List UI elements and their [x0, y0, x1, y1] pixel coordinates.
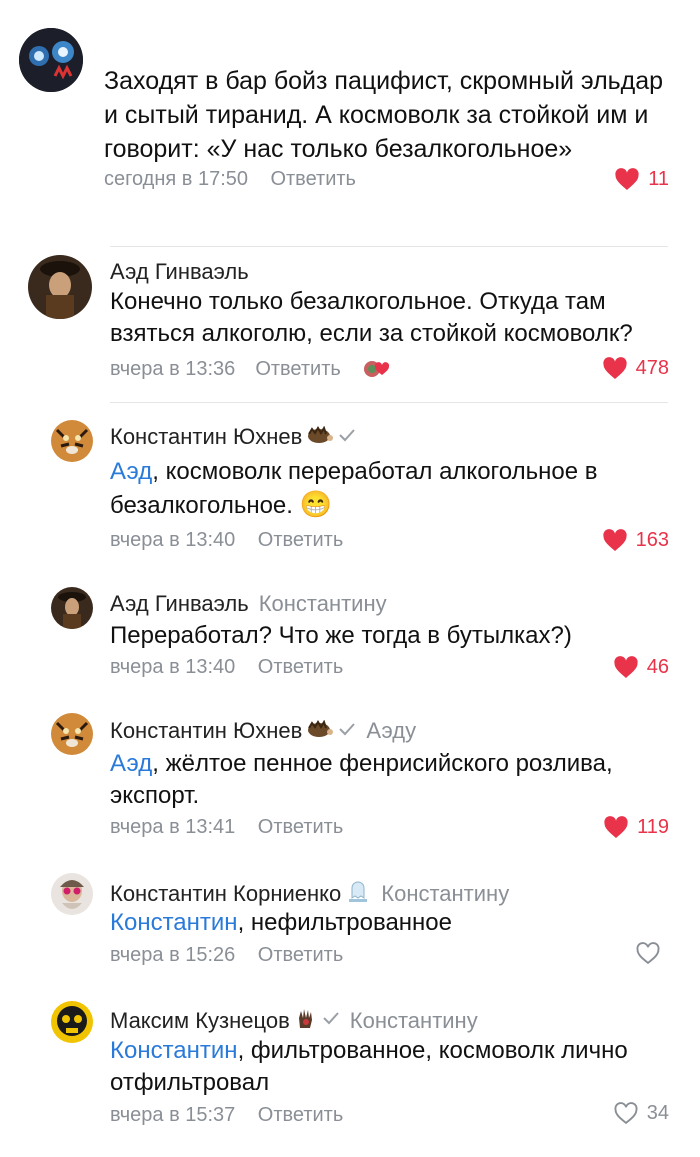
like-count: 163: [635, 529, 669, 551]
avatar[interactable]: [51, 873, 93, 915]
mention-link[interactable]: Аэд: [110, 750, 152, 777]
verified-check-icon: [322, 1011, 340, 1030]
reply-button[interactable]: Ответить: [270, 168, 356, 190]
comment-text: Конечно только безалкогольное. Откуда та…: [110, 288, 633, 347]
divider: [110, 402, 668, 403]
avatar[interactable]: [51, 713, 93, 755]
reply-button[interactable]: Ответить: [255, 358, 341, 381]
hand-badge-icon: [294, 1006, 318, 1035]
comment-text: Переработал? Что же тогда в бутылках?): [110, 622, 572, 649]
comment-time: вчера в 13:40: [110, 656, 236, 678]
hedgehog-badge-icon: [306, 425, 334, 449]
like-count: 478: [635, 357, 669, 379]
reply-button[interactable]: Ответить: [258, 529, 344, 551]
avatar-image: [51, 587, 93, 629]
reply-to[interactable]: Константину: [259, 591, 387, 616]
comment-text: Аэд, жёлтое пенное фенрисийского розлива…: [110, 748, 670, 812]
divider: [110, 246, 668, 247]
mention-link[interactable]: Аэд: [110, 458, 152, 485]
reply-button[interactable]: Ответить: [258, 816, 344, 838]
heart-filled-icon: [602, 529, 627, 551]
comment-text: Константин, нефильтрованное: [110, 907, 670, 939]
avatar-image: [51, 1001, 93, 1043]
avatar[interactable]: [28, 255, 92, 319]
reply-to[interactable]: Аэду: [366, 718, 416, 744]
comment-author[interactable]: Аэд Гинваэль: [110, 591, 249, 616]
like-button[interactable]: 46: [613, 656, 669, 679]
comment-text: Заходят в бар бойз пацифист, скромный эл…: [104, 67, 664, 163]
like-count: 119: [637, 816, 669, 838]
comment-time: вчера в 15:37: [110, 1104, 236, 1126]
comment-author[interactable]: Максим Кузнецов: [110, 1008, 290, 1034]
comment-time: вчера в 13:41: [110, 816, 236, 838]
verified-check-icon: [338, 428, 356, 447]
comment-body: , жёлтое пенное фенрисийского розлива, э…: [110, 750, 613, 809]
comment-time: вчера в 13:40: [110, 529, 236, 551]
like-button[interactable]: 163: [602, 529, 669, 552]
comment-body: , космоволк переработал алкогольное в бе…: [110, 458, 598, 519]
reply-button[interactable]: Ответить: [258, 1104, 344, 1126]
avatar-image: [51, 420, 93, 462]
like-count: 34: [646, 1102, 669, 1124]
comment-text: Аэд, космоволк переработал алкогольное в…: [110, 456, 650, 522]
reply-to[interactable]: Константину: [350, 1008, 478, 1034]
heart-outline-icon: [614, 1102, 638, 1125]
comment-time: вчера в 13:36: [110, 357, 236, 380]
avatar-image: [51, 873, 93, 915]
reply-to[interactable]: Константину: [381, 881, 509, 907]
avatar-image: [19, 28, 83, 92]
heart-filled-icon: [604, 816, 628, 838]
like-button[interactable]: 119: [603, 816, 669, 839]
like-count: 11: [648, 168, 669, 190]
comment-author[interactable]: Аэд Гинваэль: [110, 259, 249, 285]
mention-link[interactable]: Константин: [110, 909, 238, 936]
like-button[interactable]: 478: [602, 357, 669, 380]
comment-author[interactable]: Константин Корниенко: [110, 881, 341, 907]
avatar[interactable]: [51, 420, 93, 462]
comment-author[interactable]: Константин Юхнев: [110, 424, 302, 450]
comment-author[interactable]: Константин Юхнев: [110, 718, 302, 744]
heart-filled-icon: [614, 656, 638, 678]
like-button[interactable]: 11: [614, 168, 669, 191]
heart-filled-icon: [602, 357, 627, 379]
like-button[interactable]: [635, 942, 669, 965]
comment-text: Константин, фильтрованное, космоволк лич…: [110, 1035, 670, 1099]
like-count: 46: [646, 656, 669, 678]
comment-time: вчера в 15:26: [110, 944, 236, 966]
verified-check-icon: [338, 722, 356, 741]
like-button[interactable]: 34: [613, 1102, 669, 1125]
avatar[interactable]: [51, 1001, 93, 1043]
emoji: 😁: [299, 489, 332, 519]
mention-link[interactable]: Константин: [110, 1037, 238, 1064]
heart-filled-icon: [615, 168, 639, 190]
comment-body: , нефильтрованное: [237, 909, 453, 936]
hedgehog-badge-icon: [306, 719, 334, 743]
avatar-image: [28, 255, 92, 319]
reply-button[interactable]: Ответить: [258, 944, 344, 966]
reply-button[interactable]: Ответить: [258, 656, 344, 678]
heart-outline-icon: [636, 942, 660, 965]
avatar[interactable]: [51, 587, 93, 629]
avatar-image: [51, 713, 93, 755]
ghost-badge-icon: [345, 878, 371, 909]
reaction-icon: [361, 357, 391, 381]
comment-time: сегодня в 17:50: [104, 168, 248, 190]
avatar[interactable]: [19, 28, 83, 92]
